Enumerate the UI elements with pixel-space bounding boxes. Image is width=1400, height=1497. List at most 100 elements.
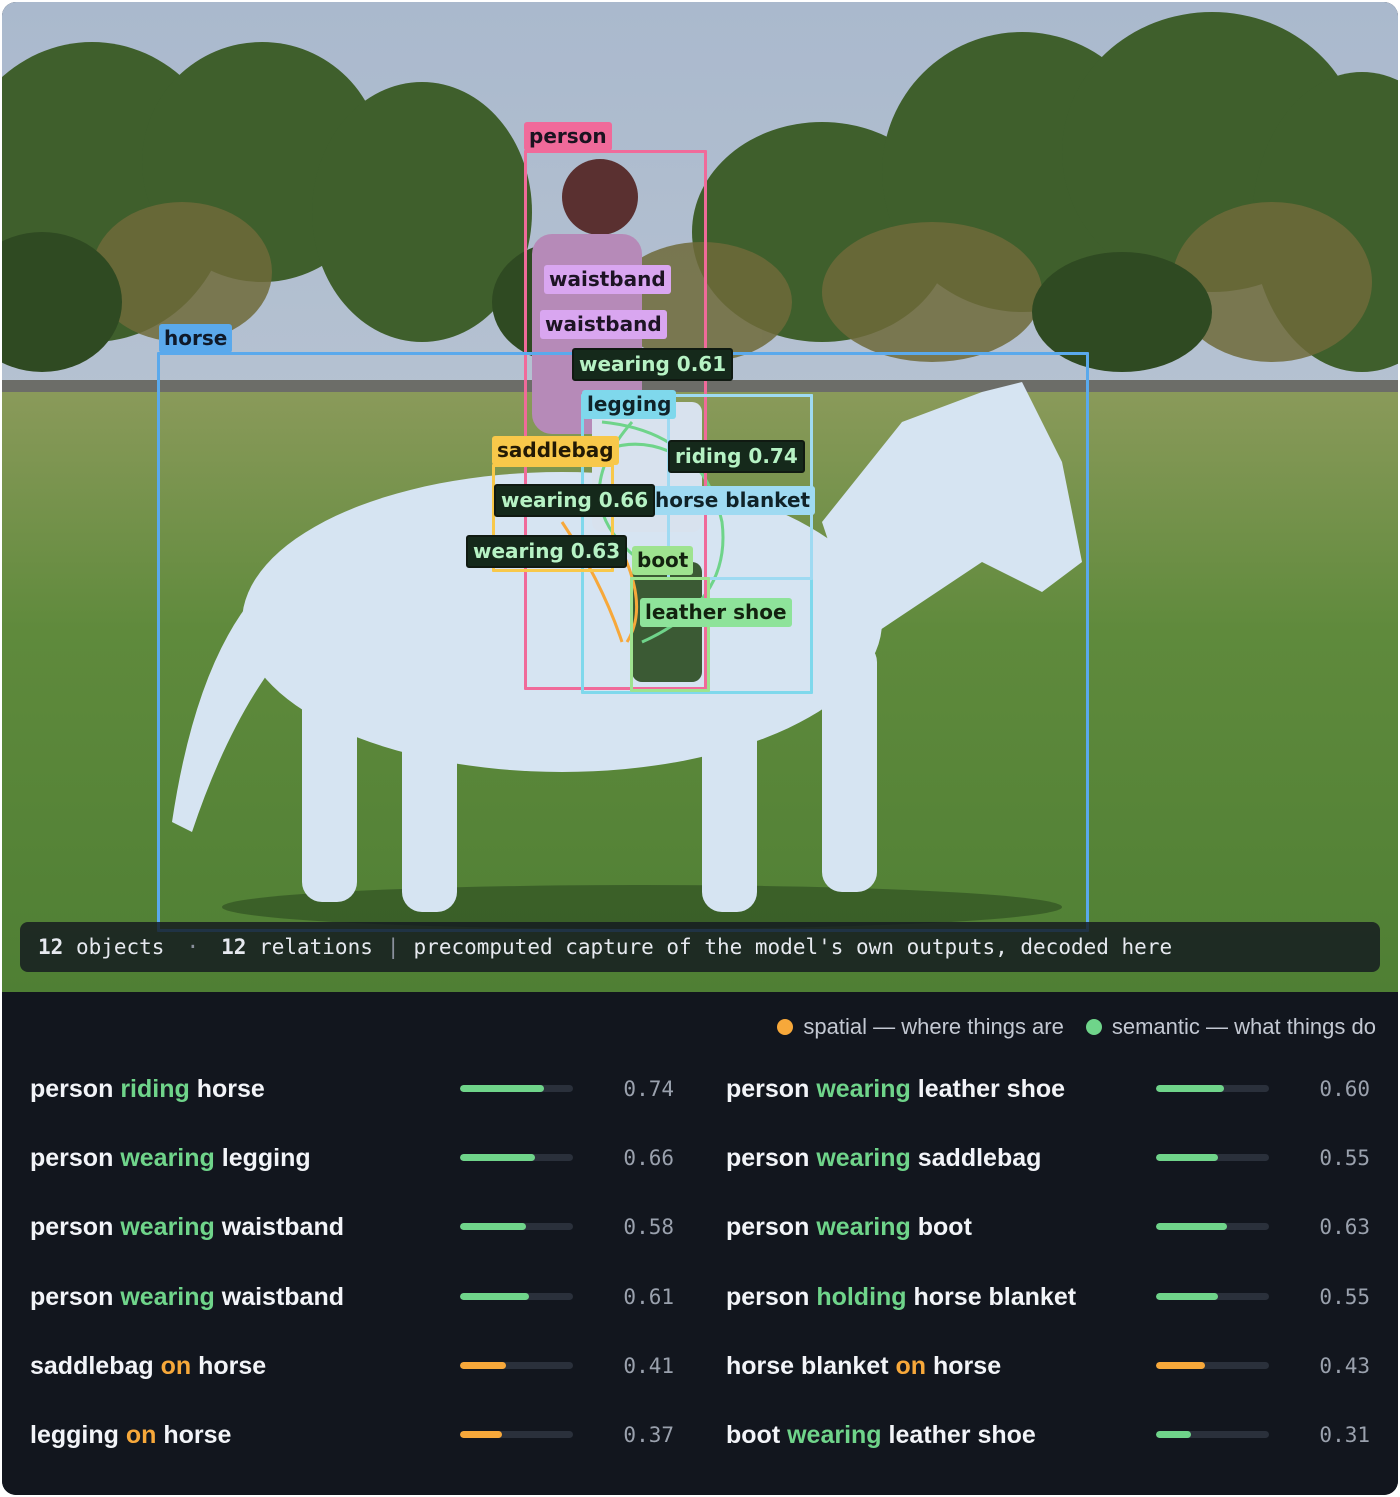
relation-triple: person wearing boot <box>726 1210 972 1244</box>
relation-triple: person wearing waistband <box>30 1210 344 1244</box>
score-bar <box>1156 1292 1269 1300</box>
relation-score: 0.31 <box>1319 1422 1370 1447</box>
relation-triple: person wearing legging <box>30 1141 311 1175</box>
score-bar-fill <box>1156 1292 1219 1300</box>
relation-subject: person <box>726 1213 810 1242</box>
relation-score: 0.66 <box>623 1146 674 1171</box>
tag-legging: legging <box>582 390 677 419</box>
score-bar-fill <box>1156 1361 1205 1369</box>
relation-row: person riding horse 0.74 <box>30 1072 690 1141</box>
tag-waistband-1: waistband <box>544 265 671 294</box>
relation-row: person wearing leather shoe 0.60 <box>726 1072 1386 1141</box>
relation-predicate: wearing <box>816 1144 911 1173</box>
relation-predicate: wearing <box>120 1213 215 1242</box>
relation-predicate: wearing <box>816 1075 911 1103</box>
semantic-dot-icon <box>1085 1019 1102 1035</box>
legend-spatial-label: spatial — where things are <box>803 1014 1064 1039</box>
relation-tag-riding: riding 0.74 <box>668 440 805 473</box>
score-bar-fill <box>1156 1223 1228 1231</box>
relation-subject: person <box>30 1075 114 1103</box>
relation-object: horse <box>933 1351 1002 1380</box>
legend-spatial: spatial — where things are <box>777 1014 1064 1040</box>
score-bar-fill <box>460 1154 535 1162</box>
relation-triple: legging on horse <box>30 1418 231 1452</box>
relation-score: 0.55 <box>1319 1284 1370 1309</box>
score-bar-fill <box>1156 1154 1219 1162</box>
relation-object: horse blanket <box>913 1282 1077 1311</box>
score-bar <box>1156 1430 1269 1438</box>
relation-subject: horse blanket <box>726 1351 889 1380</box>
score-bar <box>1156 1085 1269 1092</box>
relation-row: person wearing boot 0.63 <box>726 1210 1386 1279</box>
boot-box <box>630 577 710 692</box>
relation-triple: person holding horse blanket <box>726 1280 1076 1314</box>
relation-triple: horse blanket on horse <box>726 1349 1001 1383</box>
relation-row: boot wearing leather shoe 0.31 <box>726 1418 1386 1487</box>
relation-predicate: wearing <box>787 1420 882 1449</box>
relation-object: horse <box>163 1420 232 1449</box>
relation-object: horse <box>196 1075 265 1103</box>
tag-boot: boot <box>632 546 694 575</box>
relation-score: 0.61 <box>623 1284 674 1309</box>
score-bar <box>460 1292 573 1300</box>
relation-score: 0.41 <box>623 1353 674 1378</box>
relation-row: person wearing waistband 0.61 <box>30 1280 690 1349</box>
spatial-dot-icon <box>777 1019 794 1035</box>
score-bar-fill <box>1156 1085 1224 1092</box>
score-bar <box>460 1223 573 1231</box>
relation-triple: person wearing waistband <box>30 1280 344 1314</box>
score-bar <box>1156 1223 1269 1231</box>
relation-subject: person <box>726 1144 810 1173</box>
score-bar <box>460 1430 573 1438</box>
relations-list-right: person wearing leather shoe 0.60 person we… <box>726 1072 1386 1487</box>
relation-predicate: on <box>125 1420 157 1449</box>
score-bar <box>1156 1154 1269 1162</box>
score-bar <box>460 1361 573 1369</box>
score-bar-fill <box>460 1085 544 1092</box>
capture-note: precomputed capture of the model's own o… <box>413 935 1173 959</box>
relation-predicate: holding <box>816 1282 907 1311</box>
relation-score: 0.74 <box>623 1077 674 1101</box>
relation-object: leather shoe <box>888 1420 1036 1449</box>
relation-subject: saddlebag <box>30 1351 154 1380</box>
relation-subject: person <box>30 1213 114 1242</box>
relation-triple: boot wearing leather shoe <box>726 1418 1036 1452</box>
relation-score: 0.58 <box>623 1215 674 1240</box>
relation-subject: boot <box>726 1420 781 1449</box>
relation-triple: person wearing saddlebag <box>726 1141 1041 1175</box>
relation-row: horse blanket on horse 0.43 <box>726 1349 1386 1418</box>
relations-list-left: person riding horse 0.74 person wearing le… <box>30 1072 690 1487</box>
relation-subject: person <box>726 1075 810 1103</box>
relation-row: person holding horse blanket 0.55 <box>726 1280 1386 1349</box>
capture-caption-bar: 12 objects · 12 relations | precomputed … <box>20 922 1380 972</box>
legend: spatial — where things are semantic — wh… <box>755 1014 1376 1040</box>
relation-predicate: wearing <box>120 1282 215 1311</box>
tag-horse-blanket: horse blanket <box>650 486 816 515</box>
relation-score: 0.43 <box>1319 1353 1370 1378</box>
relation-predicate: wearing <box>120 1144 215 1173</box>
legend-semantic-label: semantic — what things do <box>1111 1014 1376 1039</box>
score-bar <box>460 1085 573 1092</box>
relation-object: horse <box>198 1351 267 1380</box>
relation-object: legging <box>221 1144 311 1173</box>
scene-image: person horse waistband waistband legging… <box>2 2 1398 992</box>
relation-score: 0.55 <box>1319 1146 1370 1171</box>
relation-row: legging on horse 0.37 <box>30 1418 690 1487</box>
score-bar-fill <box>460 1292 529 1300</box>
app-frame: person horse waistband waistband legging… <box>2 2 1398 1495</box>
tag-person: person <box>524 122 612 151</box>
relations-count: 12 <box>221 935 247 959</box>
relation-predicate: riding <box>120 1075 190 1103</box>
relation-score: 0.60 <box>1319 1077 1370 1101</box>
score-bar-fill <box>460 1430 502 1438</box>
relation-row: person wearing legging 0.66 <box>30 1141 690 1210</box>
relations-label: relations <box>259 935 373 959</box>
relation-predicate: on <box>895 1351 927 1380</box>
relation-subject: person <box>726 1282 810 1311</box>
relation-score: 0.37 <box>623 1422 674 1447</box>
relation-triple: person wearing leather shoe <box>726 1072 1065 1106</box>
relation-tag-wearing: wearing 0.66 <box>494 484 656 517</box>
score-bar <box>1156 1361 1269 1369</box>
objects-count: 12 <box>38 935 64 959</box>
score-bar-fill <box>460 1223 526 1231</box>
